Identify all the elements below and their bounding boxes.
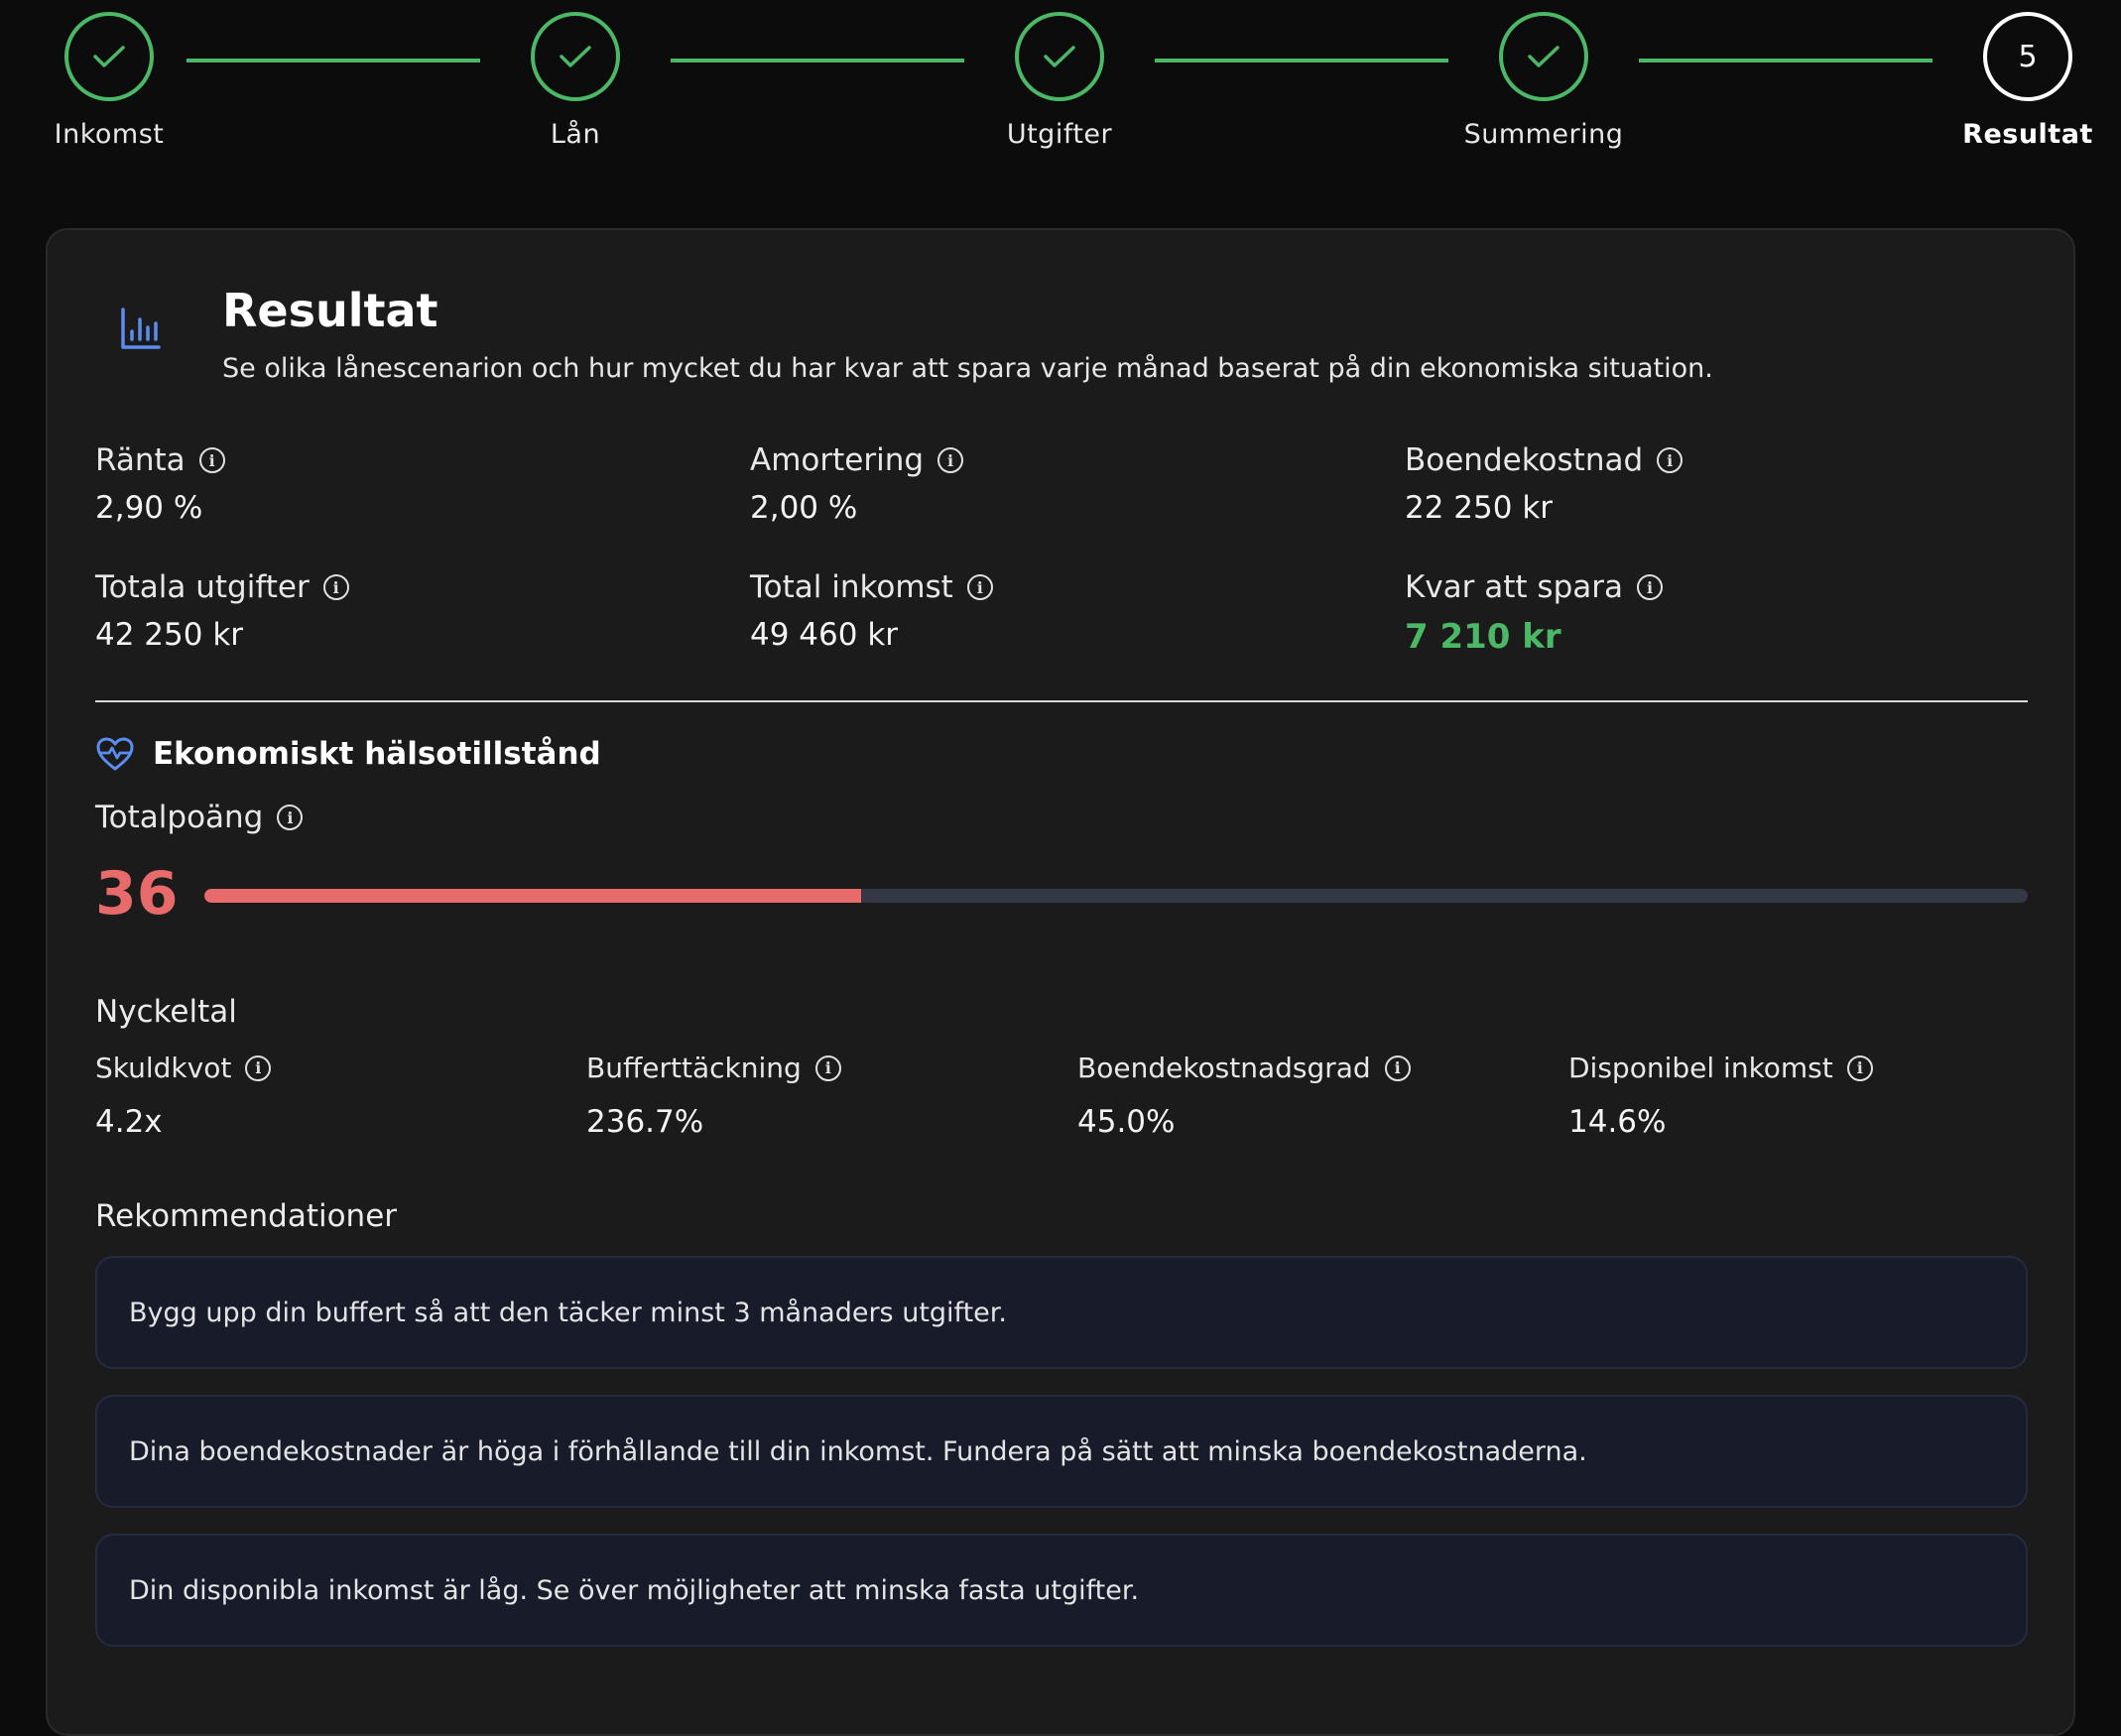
score-progress-fill (204, 889, 861, 903)
recommendation-item: Bygg upp din buffert så att den täcker m… (95, 1256, 2028, 1369)
step-circle: 5 (1983, 12, 2072, 101)
health-title: Ekonomiskt hälsotillstånd (153, 736, 601, 772)
stat-label: Total inkomst (750, 569, 953, 605)
stat-value: 49 460 kr (750, 617, 899, 653)
info-icon[interactable]: i (198, 447, 225, 473)
kpi-skuldkvot: Skuldkvot i 4.2x (95, 1052, 571, 1140)
stat-value: 22 250 kr (1405, 490, 1554, 526)
kpi-label: Disponibel inkomst (1568, 1052, 1833, 1084)
stat-value: 7 210 kr (1405, 617, 1561, 657)
stat-label: Totala utgifter (95, 569, 310, 605)
stat-total-inkomst: Total inkomst i 49 460 kr (750, 569, 1345, 653)
step-label: Resultat (1962, 119, 2093, 150)
page-description: Se olika lånescenarion och hur mycket du… (222, 353, 1713, 384)
info-icon[interactable]: i (1637, 574, 1663, 600)
step-lan[interactable]: Lån (466, 12, 685, 150)
info-icon[interactable]: i (1384, 1054, 1411, 1081)
step-connector (187, 59, 480, 62)
total-score-value: 36 (95, 859, 179, 929)
info-icon[interactable]: i (1657, 447, 1684, 473)
kpi-label: Bufferttäckning (586, 1052, 802, 1084)
kpi-value: 45.0% (1077, 1104, 1176, 1140)
step-circle (531, 12, 620, 101)
kpi-label: Skuldkvot (95, 1052, 232, 1084)
info-icon[interactable]: i (245, 1054, 272, 1081)
stat-label: Boendekostnad (1405, 442, 1644, 478)
stat-kvar-att-spara: Kvar att spara i 7 210 kr (1405, 569, 2000, 657)
recommendation-item: Din disponibla inkomst är låg. Se över m… (95, 1534, 2028, 1647)
score-progress-bar (204, 889, 2028, 903)
kpi-boendekostnadsgrad: Boendekostnadsgrad i 45.0% (1077, 1052, 1554, 1140)
info-icon[interactable]: i (1846, 1054, 1873, 1081)
check-icon (1528, 46, 1560, 67)
key-figures-heading: Nyckeltal (95, 994, 237, 1030)
info-icon[interactable]: i (814, 1054, 841, 1081)
health-header: Ekonomiskt hälsotillstånd (95, 736, 601, 772)
step-utgifter[interactable]: Utgifter (950, 12, 1169, 150)
kpi-value: 236.7% (586, 1104, 704, 1140)
step-label: Inkomst (54, 119, 165, 150)
total-score-text: Totalpoäng (95, 800, 264, 835)
stat-ranta: Ränta i 2,90 % (95, 442, 690, 526)
step-resultat[interactable]: 5 Resultat (1919, 12, 2121, 150)
step-label: Lån (550, 119, 601, 150)
recommendation-item: Dina boendekostnader är höga i förhållan… (95, 1395, 2028, 1508)
stat-label: Ränta (95, 442, 186, 478)
step-summering[interactable]: Summering (1435, 12, 1653, 150)
kpi-value: 4.2x (95, 1104, 163, 1140)
progress-stepper: Inkomst Lån Utgifter Summering 5 Resulta… (0, 0, 2121, 179)
step-label: Summering (1463, 119, 1624, 150)
stat-amortering: Amortering i 2,00 % (750, 442, 1345, 526)
stat-boendekostnad: Boendekostnad i 22 250 kr (1405, 442, 2000, 526)
step-circle (1499, 12, 1588, 101)
step-number: 5 (2018, 39, 2038, 74)
total-score-label: Totalpoäng i (95, 800, 304, 835)
kpi-label: Boendekostnadsgrad (1077, 1052, 1371, 1084)
stat-value: 2,00 % (750, 490, 858, 526)
step-connector (1639, 59, 1933, 62)
info-icon[interactable]: i (277, 805, 304, 830)
step-circle (1015, 12, 1104, 101)
info-icon[interactable]: i (966, 574, 993, 600)
kpi-disponibel-inkomst: Disponibel inkomst i 14.6% (1568, 1052, 2045, 1140)
check-icon (560, 46, 591, 67)
info-icon[interactable]: i (322, 574, 349, 600)
check-icon (93, 46, 125, 67)
stat-totala-utgifter: Totala utgifter i 42 250 kr (95, 569, 690, 653)
section-divider (95, 700, 2028, 702)
bar-chart-icon (121, 308, 161, 349)
kpi-value: 14.6% (1568, 1104, 1667, 1140)
page-title: Resultat (222, 284, 438, 337)
check-icon (1044, 46, 1075, 67)
heart-pulse-icon (96, 737, 134, 771)
step-connector (671, 59, 964, 62)
stat-value: 42 250 kr (95, 617, 244, 653)
kpi-bufferttackning: Bufferttäckning i 236.7% (586, 1052, 1062, 1140)
step-circle (64, 12, 154, 101)
stat-label: Amortering (750, 442, 925, 478)
step-label: Utgifter (1006, 119, 1113, 150)
stat-value: 2,90 % (95, 490, 203, 526)
step-inkomst[interactable]: Inkomst (0, 12, 218, 150)
info-icon[interactable]: i (937, 447, 964, 473)
result-card: Resultat Se olika lånescenarion och hur … (46, 228, 2075, 1736)
recommendations-heading: Rekommendationer (95, 1198, 398, 1234)
step-connector (1155, 59, 1448, 62)
stat-label: Kvar att spara (1405, 569, 1623, 605)
